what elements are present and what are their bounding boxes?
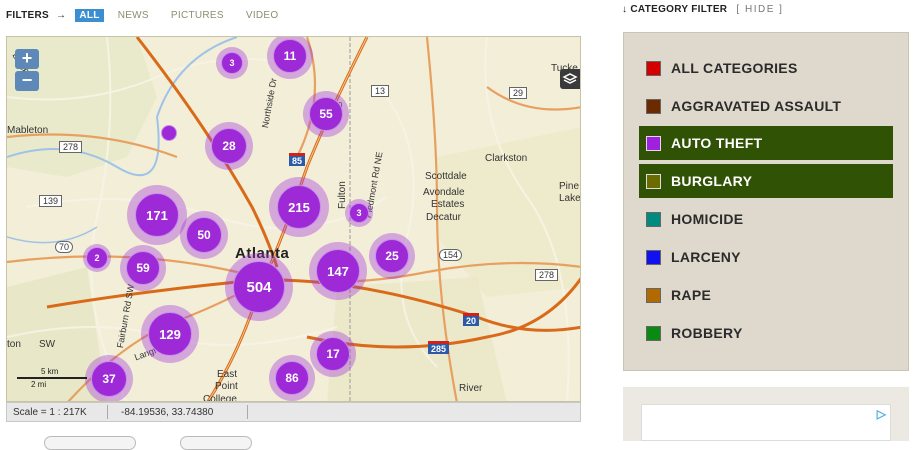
map-label-estates: Estates	[431, 199, 465, 210]
adchoices-icon[interactable]: ▷	[877, 407, 886, 421]
map-label-clarkston: Clarkston	[485, 153, 528, 164]
scale-km: 5 km	[41, 367, 59, 376]
color-swatch	[646, 325, 661, 341]
crime-marker[interactable]	[161, 125, 177, 141]
status-divider	[247, 405, 248, 419]
cluster-marker-59[interactable]: 59	[120, 245, 166, 291]
map-label-lake: Lake	[559, 193, 581, 204]
category-label: AGGRAVATED ASSAULT	[671, 98, 842, 114]
map-footer-button[interactable]	[180, 436, 252, 450]
map-status-bar: Scale = 1 : 217K -84.19536, 33.74380	[6, 402, 581, 422]
map-label-decatur: Decatur	[426, 212, 462, 223]
filter-tab-video[interactable]: VIDEO	[246, 10, 279, 21]
zoom-out-button[interactable]: −	[15, 71, 39, 91]
color-swatch	[646, 173, 661, 189]
scale-bar: 5 km 2 mi	[17, 367, 87, 389]
map-label-pine: Pine	[559, 181, 580, 192]
layers-icon[interactable]	[560, 69, 580, 89]
color-swatch	[646, 98, 661, 114]
ad-slot[interactable]: ▷	[641, 404, 891, 441]
interstate-shield-85: 85	[289, 153, 306, 166]
filters-label: FILTERS	[6, 9, 50, 21]
map-label-east: East	[217, 369, 238, 380]
map-label-sw: SW	[39, 339, 56, 350]
category-filter-panel: ALL CATEGORIES AGGRAVATED ASSAULT AUTO T…	[623, 32, 909, 371]
category-label: RAPE	[671, 287, 712, 303]
map-label-point: Point	[215, 381, 238, 392]
category-all[interactable]: ALL CATEGORIES	[639, 51, 893, 85]
cluster-marker-3b[interactable]: 3	[345, 199, 373, 227]
color-swatch	[646, 135, 661, 151]
filter-tab-all[interactable]: ALL	[75, 8, 104, 22]
interstate-shield-285: 285	[428, 341, 450, 354]
map-label-avondale: Avondale	[423, 187, 465, 198]
cluster-marker-50[interactable]: 50	[180, 211, 228, 259]
map-label-mableton: Mableton	[7, 125, 49, 136]
color-swatch	[646, 211, 661, 227]
cluster-marker-171[interactable]: 171	[127, 185, 187, 245]
category-burglary[interactable]: BURGLARY	[639, 164, 893, 198]
cluster-marker-504[interactable]: 504	[225, 253, 293, 321]
cluster-marker-17[interactable]: 17	[310, 331, 356, 377]
zoom-in-button[interactable]: +	[15, 49, 39, 69]
scale-readout: Scale = 1 : 217K	[13, 407, 87, 418]
cluster-marker-147[interactable]: 147	[309, 242, 367, 300]
color-swatch	[646, 60, 661, 76]
cluster-marker-2[interactable]: 2	[83, 244, 111, 272]
category-label: ROBBERY	[671, 325, 743, 341]
category-homicide[interactable]: HOMICIDE	[639, 202, 893, 236]
route-shield-278b: 278	[535, 269, 559, 281]
category-aggravated-assault[interactable]: AGGRAVATED ASSAULT	[639, 89, 893, 123]
cluster-marker-25[interactable]: 25	[369, 233, 415, 279]
ad-container: ▷	[623, 387, 909, 441]
category-label: HOMICIDE	[671, 211, 744, 227]
category-label: ALL CATEGORIES	[671, 60, 798, 76]
crime-map[interactable]: Mableton Clarkston Scottdale Avondale Es…	[6, 36, 581, 402]
route-shield-13: 13	[371, 85, 390, 97]
cluster-marker-86[interactable]: 86	[269, 355, 315, 401]
coordinate-readout: -84.19536, 33.74380	[121, 407, 214, 418]
cluster-marker-28[interactable]: 28	[205, 122, 253, 170]
route-shield-70: 70	[55, 241, 74, 253]
route-shield-154: 154	[439, 249, 463, 261]
interstate-shield-20: 20	[463, 313, 480, 326]
status-divider	[107, 405, 108, 419]
cluster-marker-215[interactable]: 215	[269, 177, 329, 237]
filter-tab-news[interactable]: NEWS	[118, 10, 149, 21]
filters-bar: FILTERS → ALL NEWS PICTURES VIDEO	[6, 8, 300, 22]
map-label-river: River	[459, 383, 483, 394]
category-filter-title: CATEGORY FILTER	[630, 4, 728, 15]
cluster-marker-37[interactable]: 37	[85, 355, 133, 401]
category-label: BURGLARY	[671, 173, 753, 189]
route-shield-278: 278	[59, 141, 83, 153]
route-shield-139: 139	[39, 195, 63, 207]
category-larceny[interactable]: LARCENY	[639, 240, 893, 274]
scale-line	[17, 377, 87, 379]
category-filter-header: ↓ CATEGORY FILTER [ HIDE ]	[622, 4, 783, 15]
category-robbery[interactable]: ROBBERY	[639, 316, 893, 350]
cluster-marker-3[interactable]: 3	[216, 47, 248, 79]
map-label-college: College	[203, 394, 237, 402]
hide-category-filter-button[interactable]: [ HIDE ]	[736, 4, 783, 15]
scale-mi: 2 mi	[31, 380, 47, 389]
arrow-right-icon: →	[56, 9, 67, 21]
filter-tab-pictures[interactable]: PICTURES	[171, 10, 224, 21]
cluster-marker-55[interactable]: 55	[303, 91, 349, 137]
color-swatch	[646, 249, 661, 265]
category-rape[interactable]: RAPE	[639, 278, 893, 312]
category-label: LARCENY	[671, 249, 741, 265]
route-shield-29: 29	[509, 87, 528, 99]
category-label: AUTO THEFT	[671, 135, 763, 151]
color-swatch	[646, 287, 661, 303]
map-footer-button[interactable]	[44, 436, 136, 450]
cluster-marker-129[interactable]: 129	[141, 305, 199, 363]
arrow-down-icon: ↓	[622, 4, 628, 15]
category-auto-theft[interactable]: AUTO THEFT	[639, 126, 893, 160]
map-label-scottdale: Scottdale	[425, 171, 467, 182]
map-label-ton: ton	[7, 339, 21, 350]
